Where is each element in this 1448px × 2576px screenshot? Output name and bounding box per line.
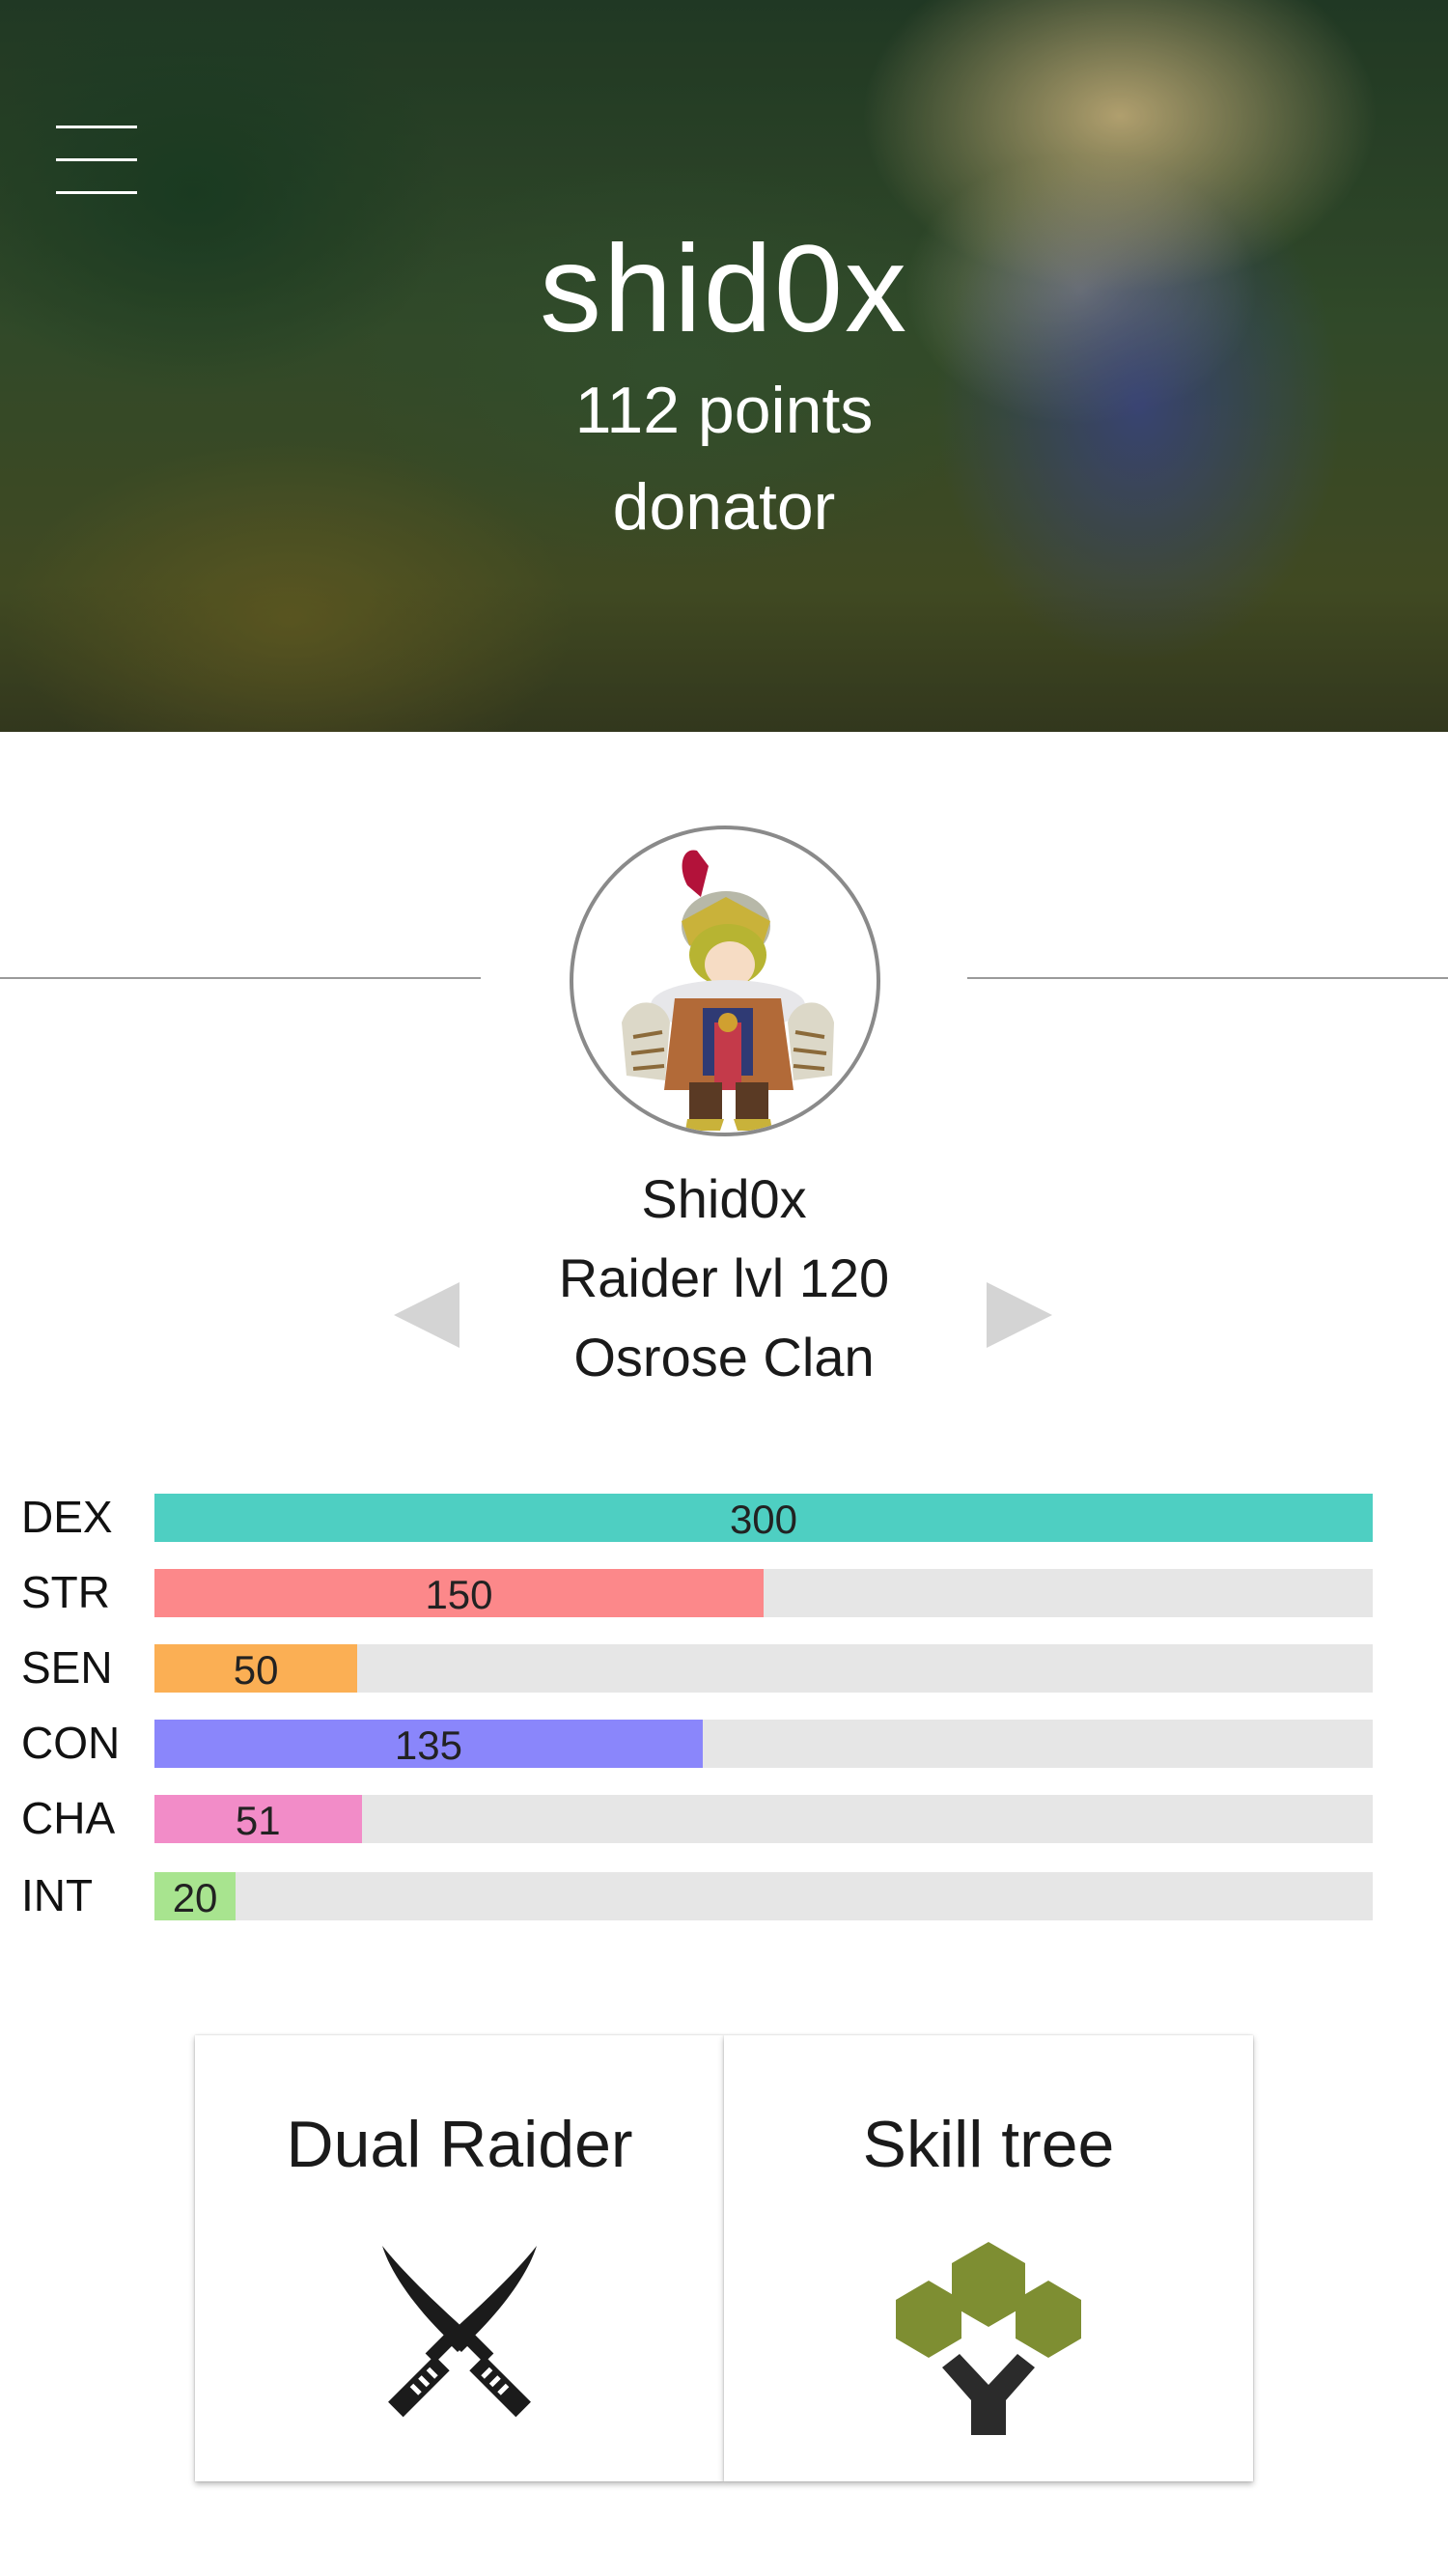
stat-value: 51 <box>235 1798 281 1843</box>
stat-label: SEN <box>21 1642 113 1693</box>
feature-cards: Dual Raider Skill tree <box>195 2035 1253 2481</box>
stat-bar-track: 20 <box>154 1872 1373 1920</box>
stat-label: CON <box>21 1718 121 1768</box>
header-banner: shid0x 112 points donator <box>0 0 1448 732</box>
previous-character-arrow-icon[interactable] <box>394 1282 459 1348</box>
stat-label: DEX <box>21 1492 113 1542</box>
stat-bar-track: 50 <box>154 1644 1373 1693</box>
stat-row-int: INT 20 <box>0 1870 1448 1920</box>
stat-bar-fill: 135 <box>154 1720 703 1768</box>
points-label: 112 points <box>574 374 874 447</box>
username: shid0x <box>540 220 908 358</box>
stat-value: 150 <box>425 1572 493 1617</box>
dual-raider-card[interactable]: Dual Raider <box>195 2035 724 2481</box>
skill-tree-card[interactable]: Skill tree <box>724 2035 1253 2481</box>
stat-row-con: CON 135 <box>0 1718 1448 1768</box>
card-title: Dual Raider <box>286 2108 633 2181</box>
stat-row-sen: SEN 50 <box>0 1642 1448 1693</box>
skill-tree-icon <box>896 2242 1081 2435</box>
stat-bar-fill: 20 <box>154 1872 237 1920</box>
stat-bar-fill: 51 <box>154 1795 362 1843</box>
stat-row-str: STR 150 <box>0 1567 1448 1617</box>
card-title: Skill tree <box>862 2108 1115 2181</box>
menu-icon[interactable] <box>56 126 137 195</box>
stat-row-dex: DEX 300 <box>0 1492 1448 1542</box>
stat-bar-track: 135 <box>154 1720 1373 1768</box>
stat-label: INT <box>21 1870 94 1920</box>
crossed-swords-icon <box>382 2246 537 2418</box>
character-clan: Osrose Clan <box>573 1327 875 1387</box>
stat-value: 20 <box>172 1875 218 1920</box>
stat-label: CHA <box>21 1793 116 1843</box>
divider-right <box>967 977 1448 979</box>
stat-row-cha: CHA 51 <box>0 1793 1448 1843</box>
character-class-level: Raider lvl 120 <box>558 1247 890 1308</box>
divider-left <box>0 977 481 979</box>
stat-value: 300 <box>729 1497 798 1542</box>
next-character-arrow-icon[interactable] <box>987 1282 1052 1348</box>
stat-bar-fill: 300 <box>154 1494 1373 1542</box>
stat-value: 50 <box>233 1647 279 1693</box>
character-portrait-icon <box>622 850 834 1131</box>
character-avatar <box>570 826 880 1136</box>
stat-bar-track: 51 <box>154 1795 1373 1843</box>
character-name: Shid0x <box>641 1168 807 1229</box>
stat-bar-track: 300 <box>154 1494 1373 1542</box>
stat-bar-fill: 150 <box>154 1569 764 1617</box>
stat-bar-track: 150 <box>154 1569 1373 1617</box>
stat-value: 135 <box>394 1722 462 1768</box>
rank-label: donator <box>612 470 836 544</box>
stat-bar-fill: 50 <box>154 1644 358 1693</box>
stat-label: STR <box>21 1567 110 1617</box>
